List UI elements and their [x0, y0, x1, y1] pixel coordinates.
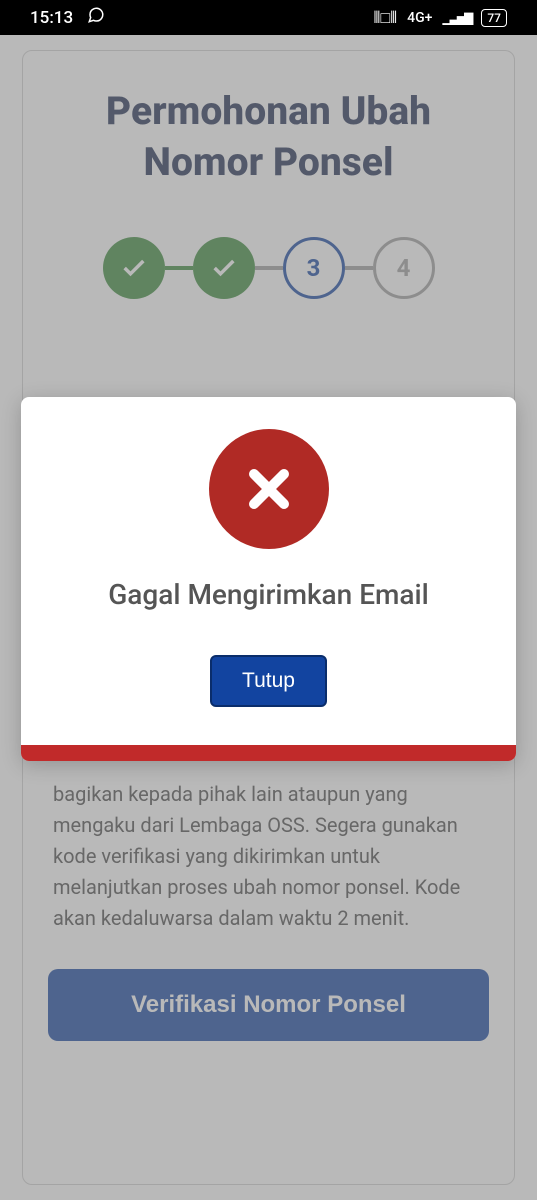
vibrate-icon: ⦀□⦀ [373, 8, 397, 28]
error-icon [209, 429, 329, 549]
status-bar-right: ⦀□⦀ 4G+ ▁▃▅▇ 77 [373, 8, 507, 28]
modal-title: Gagal Mengirimkan Email [108, 577, 429, 613]
modal-footer-bar [21, 745, 516, 761]
battery-indicator: 77 [481, 9, 507, 27]
status-bar: 15:13 ⦀□⦀ 4G+ ▁▃▅▇ 77 [0, 0, 537, 35]
signal-icon: ▁▃▅▇ [442, 11, 471, 25]
error-modal: Gagal Mengirimkan Email Tutup [21, 397, 516, 761]
modal-body: Gagal Mengirimkan Email Tutup [21, 397, 516, 745]
network-type: 4G+ [407, 10, 432, 26]
status-bar-left: 15:13 [30, 6, 105, 29]
x-icon [239, 459, 299, 519]
status-time: 15:13 [30, 8, 73, 28]
whatsapp-icon [87, 6, 105, 29]
close-button[interactable]: Tutup [210, 655, 327, 707]
modal-overlay[interactable]: Gagal Mengirimkan Email Tutup [0, 35, 537, 1200]
